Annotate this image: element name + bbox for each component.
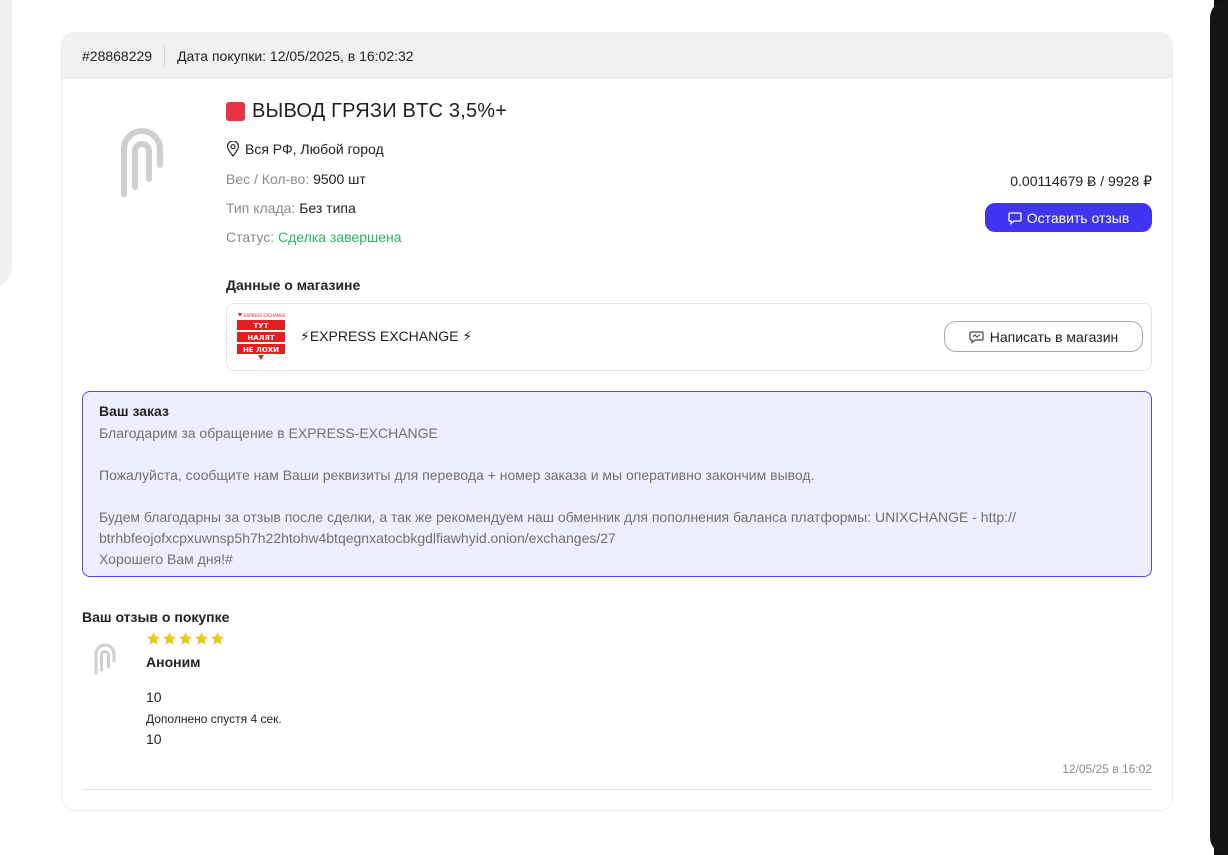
shop-card: EXPRESS EXCHANGE ТУТ НАЛЯТ НЕ ЛОХИ ⚡EXPR… — [226, 303, 1152, 371]
shop-logo-line: ТУТ — [254, 322, 269, 330]
star-icon — [146, 631, 161, 645]
review-text: 10 — [146, 689, 162, 705]
divider — [82, 789, 1152, 790]
type-label: Тип клада: — [226, 200, 296, 216]
star-icon — [162, 631, 177, 645]
shop-logo-line: НАЛЯТ — [247, 334, 274, 342]
order-message-line: Хорошего Вам дня!# — [99, 551, 233, 567]
status-label: Статус: — [226, 229, 275, 245]
shop-logo[interactable]: EXPRESS EXCHANGE ТУТ НАЛЯТ НЕ ЛОХИ — [235, 312, 287, 362]
price: 0.00114679 Ƀ / 9928 ₽ — [1010, 173, 1152, 189]
shop-logo-line: НЕ ЛОХИ — [243, 346, 279, 354]
background-panel — [0, 0, 12, 288]
order-header: #28868229 Дата покупки: 12/05/2025, в 16… — [62, 33, 1172, 79]
review-added-label: Дополнено спустя 4 сек. — [146, 712, 282, 726]
shop-section-label: Данные о магазине — [226, 277, 361, 293]
star-icon — [178, 631, 193, 645]
weight-value: 9500 шт — [313, 171, 366, 187]
weight-row: Вес / Кол-во: 9500 шт — [226, 171, 366, 187]
window-edge — [1196, 0, 1228, 855]
comment-icon — [1008, 211, 1022, 225]
product-location: Вся РФ, Любой город — [226, 141, 384, 157]
star-icon — [210, 631, 225, 645]
rating-stars — [146, 631, 225, 646]
order-message-title: Ваш заказ — [99, 403, 169, 419]
message-shop-label: Написать в магазин — [989, 328, 1119, 345]
location-pin-icon — [226, 141, 240, 157]
avatar — [94, 643, 116, 675]
leave-review-button[interactable]: Оставить отзыв — [985, 203, 1152, 232]
status-row: Статус: Сделка завершена — [226, 229, 402, 245]
order-message-line: btrhbfeojofxcpxuwnsp5h7h22htohw4btqegnxa… — [99, 530, 616, 546]
order-message-box: Ваш заказ Благодарим за обращение в EXPR… — [82, 391, 1152, 577]
weight-label: Вес / Кол-во: — [226, 171, 310, 187]
order-message-line: Благодарим за обращение в EXPRESS-EXCHAN… — [99, 425, 438, 441]
shop-name[interactable]: ⚡EXPRESS EXCHANGE ⚡ — [300, 328, 472, 345]
status-value: Сделка завершена — [278, 229, 402, 245]
message-shop-button[interactable]: Написать в магазин — [944, 321, 1143, 352]
order-message-line: Будем благодарны за отзыв после сделки, … — [99, 509, 1016, 525]
type-value: Без типа — [299, 200, 356, 216]
product-title: ВЫВОД ГРЯЗИ BTC 3,5%+ — [252, 100, 508, 122]
type-row: Тип клада: Без типа — [226, 200, 356, 216]
category-square-icon — [226, 102, 245, 121]
header-divider — [164, 45, 166, 67]
order-card: #28868229 Дата покупки: 12/05/2025, в 16… — [61, 32, 1173, 811]
review-author: Аноним — [146, 654, 201, 670]
leave-review-label: Оставить отзыв — [1026, 209, 1130, 226]
order-message-line — [99, 486, 1135, 507]
chat-icon — [969, 330, 984, 344]
review-added-text: 10 — [146, 731, 162, 747]
order-id: #28868229 — [82, 48, 153, 64]
feedback-section-label: Ваш отзыв о покупке — [82, 609, 230, 625]
star-icon — [194, 631, 209, 645]
brand-logo-icon — [121, 128, 163, 197]
product-title-row: ВЫВОД ГРЯЗИ BTC 3,5%+ — [226, 100, 507, 123]
purchase-date: Дата покупки: 12/05/2025, в 16:02:32 — [177, 48, 414, 64]
order-message-line — [99, 444, 1135, 465]
location-text: Вся РФ, Любой город — [245, 141, 384, 157]
review-date: 12/05/25 в 16:02 — [1062, 762, 1152, 776]
shop-logo-line: EXPRESS EXCHANGE — [244, 313, 286, 318]
order-message-line: Пожалуйста, сообщите нам Ваши реквизиты … — [99, 467, 815, 483]
